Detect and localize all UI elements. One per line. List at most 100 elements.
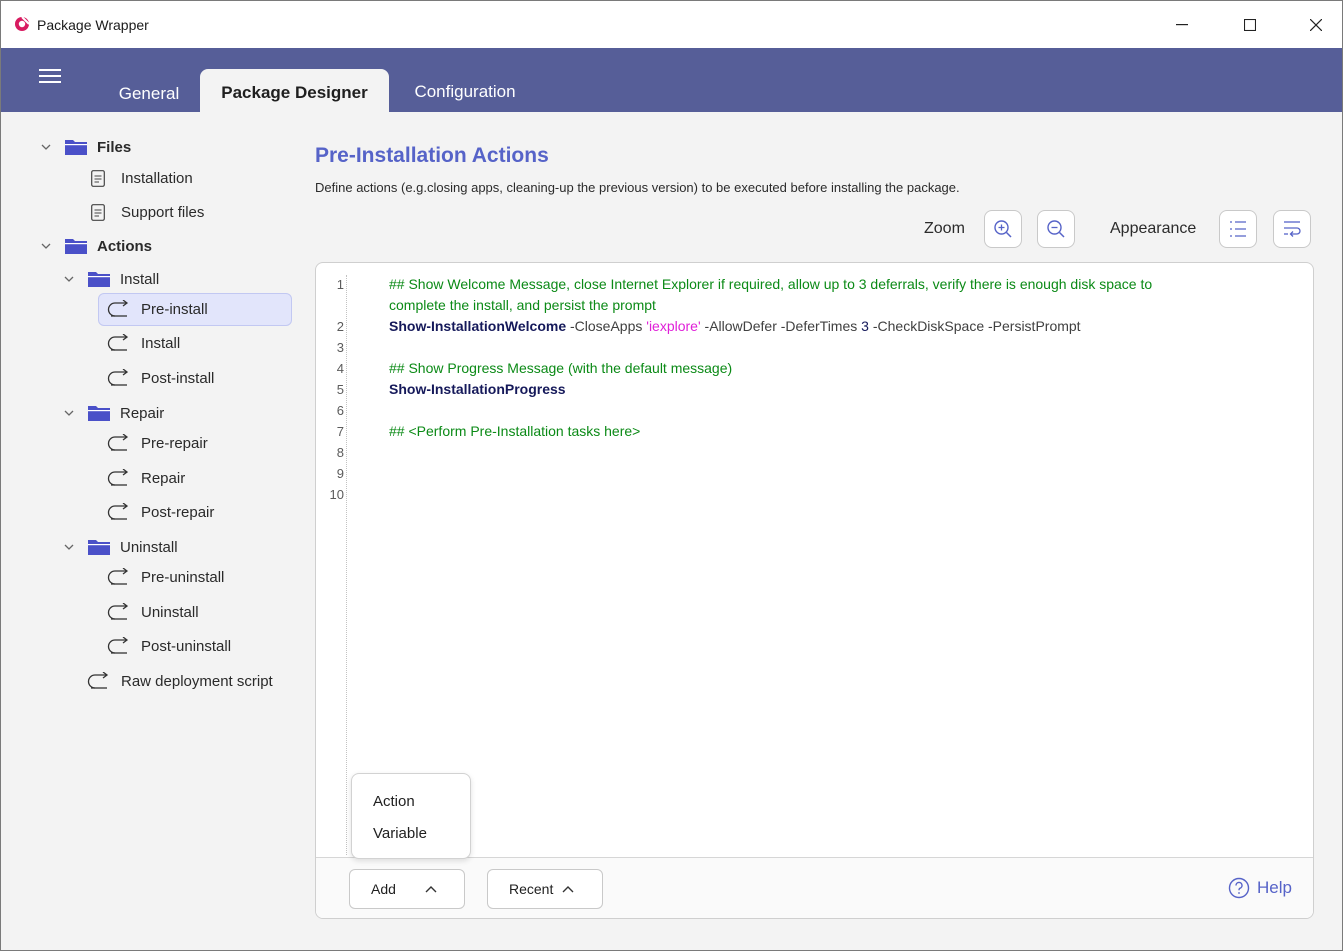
code-line-comment: ## Show Welcome Message, close Internet … bbox=[389, 276, 1153, 292]
tree-item-post-repair[interactable]: Post-repair bbox=[107, 497, 214, 527]
line-number: 2 bbox=[336, 319, 344, 334]
code-cmdlet: Show-InstallationProgress bbox=[389, 381, 566, 397]
recent-button-label: Recent bbox=[509, 881, 554, 897]
line-number: 9 bbox=[336, 466, 344, 481]
tree-node-install[interactable]: Install bbox=[62, 264, 159, 294]
tree-label-install-group: Install bbox=[120, 270, 160, 288]
line-number: 1 bbox=[336, 277, 344, 292]
chevron-down-icon bbox=[64, 410, 74, 416]
tree-item-pre-uninstall[interactable]: Pre-uninstall bbox=[107, 562, 224, 592]
action-arrow-icon bbox=[87, 672, 109, 689]
tree-label-uninstall-group: Uninstall bbox=[120, 538, 178, 556]
app-window: Package Wrapper General Package Designer… bbox=[0, 0, 1343, 951]
document-icon bbox=[91, 203, 105, 221]
tree-label-raw-deployment-script: Raw deployment script bbox=[121, 672, 273, 690]
zoom-out-button[interactable] bbox=[1037, 210, 1075, 248]
list-numbers-icon bbox=[1230, 221, 1246, 237]
tab-bar: General Package Designer Configuration bbox=[1, 48, 1342, 112]
tree-node-actions[interactable]: Actions bbox=[39, 231, 152, 261]
tree-label-pre-repair: Pre-repair bbox=[141, 434, 208, 452]
tree-item-post-uninstall[interactable]: Post-uninstall bbox=[107, 631, 231, 661]
folder-icon bbox=[65, 140, 87, 155]
close-button[interactable] bbox=[1293, 1, 1339, 48]
tree-item-install[interactable]: Install bbox=[107, 328, 180, 358]
chevron-down-icon bbox=[41, 243, 51, 249]
add-popup-menu: Action Variable bbox=[351, 773, 471, 859]
tab-package-designer[interactable]: Package Designer bbox=[200, 69, 389, 112]
minimize-icon bbox=[1176, 23, 1188, 25]
help-label: Help bbox=[1257, 878, 1292, 897]
tree-label-pre-install: Pre-install bbox=[141, 300, 208, 318]
page-title: Pre-Installation Actions bbox=[315, 144, 549, 167]
add-button[interactable]: Add bbox=[349, 869, 465, 909]
tree-node-repair[interactable]: Repair bbox=[62, 398, 164, 428]
code-line-command: Show-InstallationWelcome -CloseApps 'iex… bbox=[389, 316, 1081, 337]
zoom-label: Zoom bbox=[924, 220, 965, 237]
minimize-button[interactable] bbox=[1159, 1, 1205, 48]
folder-icon bbox=[88, 540, 110, 555]
tree-label-install: Install bbox=[141, 334, 181, 352]
folder-icon bbox=[88, 406, 110, 421]
action-arrow-icon bbox=[107, 603, 129, 620]
word-wrap-toggle-button[interactable] bbox=[1273, 210, 1311, 248]
line-number: 8 bbox=[336, 445, 344, 460]
maximize-button[interactable] bbox=[1227, 1, 1273, 48]
tree-item-raw-deployment-script[interactable]: Raw deployment script bbox=[87, 666, 273, 696]
zoom-out-icon bbox=[1047, 220, 1065, 238]
recent-button[interactable]: Recent bbox=[487, 869, 603, 909]
document-icon bbox=[91, 169, 105, 187]
appearance-label: Appearance bbox=[1110, 220, 1197, 237]
action-arrow-icon bbox=[107, 637, 129, 654]
code-params: -AllowDefer -DeferTimes bbox=[700, 318, 862, 334]
tree-item-support-files[interactable]: Support files bbox=[91, 197, 204, 227]
code-line-comment: ## Show Progress Message (with the defau… bbox=[389, 360, 733, 376]
tree-node-files[interactable]: Files bbox=[39, 132, 131, 162]
line-number: 4 bbox=[336, 361, 344, 376]
line-number: 5 bbox=[336, 382, 344, 397]
tree-label-actions: Actions bbox=[97, 237, 153, 255]
tree-label-pre-uninstall: Pre-uninstall bbox=[141, 568, 225, 586]
tree-label-files: Files bbox=[97, 138, 132, 156]
code-line-comment: ## <Perform Pre-Installation tasks here> bbox=[389, 423, 641, 439]
action-arrow-icon bbox=[107, 469, 129, 486]
line-number: 3 bbox=[336, 340, 344, 355]
tree-label-support-files: Support files bbox=[121, 203, 205, 221]
zoom-in-button[interactable] bbox=[984, 210, 1022, 248]
line-numbers-toggle-button[interactable] bbox=[1219, 210, 1257, 248]
close-icon bbox=[1310, 18, 1322, 31]
action-arrow-icon bbox=[107, 503, 129, 520]
editor-footer: Add Recent Help bbox=[316, 857, 1313, 918]
menu-item-action[interactable]: Action bbox=[373, 793, 415, 810]
code-cmdlet: Show-InstallationWelcome bbox=[389, 318, 567, 334]
tree-item-post-install[interactable]: Post-install bbox=[107, 363, 214, 393]
tab-general[interactable]: General bbox=[101, 69, 197, 112]
help-icon bbox=[1228, 877, 1250, 899]
tree-item-uninstall[interactable]: Uninstall bbox=[107, 597, 199, 627]
tree-label-repair-group: Repair bbox=[120, 404, 165, 422]
tree-label-repair: Repair bbox=[141, 469, 186, 487]
tree-item-installation[interactable]: Installation bbox=[91, 163, 193, 193]
zoom-in-icon bbox=[994, 220, 1012, 238]
help-link[interactable]: Help bbox=[1228, 877, 1292, 899]
action-arrow-icon bbox=[107, 300, 129, 317]
action-arrow-icon bbox=[107, 334, 129, 351]
tab-configuration[interactable]: Configuration bbox=[394, 69, 536, 112]
add-button-label: Add bbox=[371, 881, 396, 897]
app-logo-icon bbox=[15, 16, 30, 31]
tree-label-uninstall: Uninstall bbox=[141, 603, 199, 621]
action-arrow-icon bbox=[107, 568, 129, 585]
maximize-icon bbox=[1244, 18, 1256, 31]
editor-gutter-divider bbox=[346, 275, 347, 855]
tree-node-uninstall[interactable]: Uninstall bbox=[62, 532, 178, 562]
tree-item-pre-repair[interactable]: Pre-repair bbox=[107, 428, 208, 458]
word-wrap-icon bbox=[1284, 221, 1301, 237]
action-arrow-icon bbox=[107, 369, 129, 386]
window-title: Package Wrapper bbox=[37, 17, 149, 33]
menu-item-variable[interactable]: Variable bbox=[373, 825, 427, 842]
code-params: -CheckDiskSpace -PersistPrompt bbox=[868, 318, 1081, 334]
tree-item-pre-install[interactable]: Pre-install bbox=[107, 294, 208, 324]
hamburger-menu-icon[interactable] bbox=[39, 69, 61, 83]
tree-item-repair[interactable]: Repair bbox=[107, 463, 185, 493]
code-number: 3 bbox=[861, 318, 869, 334]
line-number: 10 bbox=[329, 487, 344, 502]
